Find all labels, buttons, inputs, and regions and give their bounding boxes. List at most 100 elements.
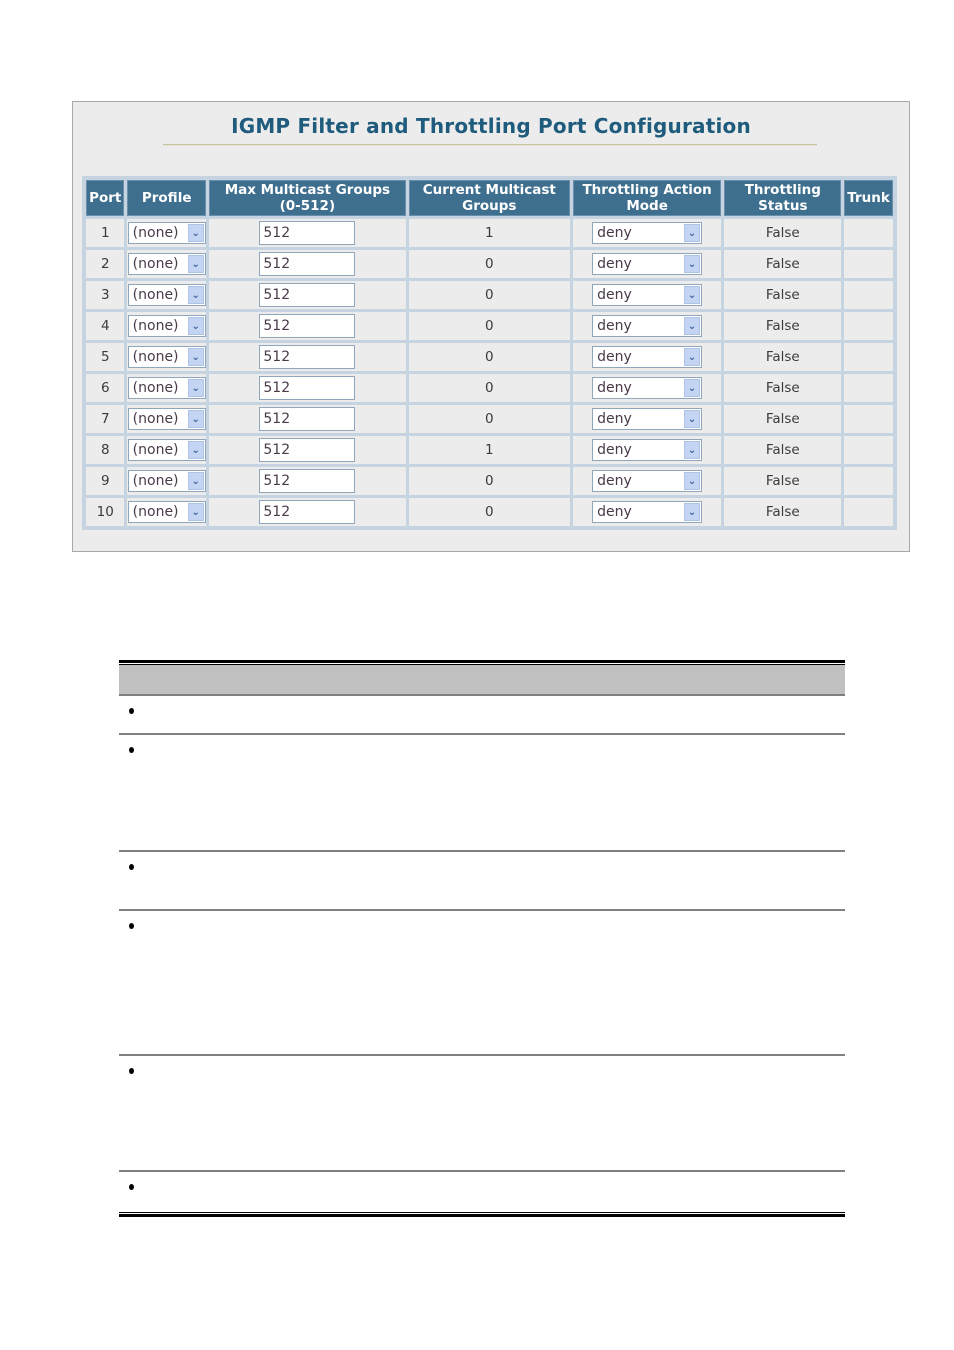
profile-select[interactable]: (none) ⌄ [127, 284, 206, 306]
description-row [119, 1056, 845, 1172]
action-mode-select[interactable]: deny ⌄ [592, 377, 703, 399]
chevron-down-icon[interactable]: ⌄ [187, 224, 204, 242]
max-groups-input[interactable] [259, 407, 356, 431]
profile-select-value: (none) [132, 411, 179, 427]
col-header-port: Port [86, 180, 125, 216]
max-groups-input[interactable] [259, 221, 356, 245]
bullet-icon [129, 923, 134, 929]
profile-select[interactable]: (none) ⌄ [127, 253, 206, 275]
profile-select[interactable]: (none) ⌄ [127, 377, 206, 399]
chevron-down-icon[interactable]: ⌄ [187, 379, 204, 397]
chevron-down-icon[interactable]: ⌄ [684, 472, 701, 490]
max-groups-input[interactable] [259, 376, 356, 400]
chevron-down-icon[interactable]: ⌄ [684, 441, 701, 459]
max-groups-input[interactable] [259, 345, 356, 369]
max-groups-cell [208, 436, 406, 464]
action-mode-cell: deny ⌄ [572, 436, 722, 464]
action-mode-select[interactable]: deny ⌄ [592, 284, 703, 306]
action-mode-select-value: deny [597, 318, 632, 334]
description-row [119, 852, 845, 911]
profile-select[interactable]: (none) ⌄ [127, 439, 206, 461]
action-mode-select[interactable]: deny ⌄ [592, 501, 703, 523]
profile-select[interactable]: (none) ⌄ [127, 408, 206, 430]
action-mode-select[interactable]: deny ⌄ [592, 253, 703, 275]
chevron-down-icon[interactable]: ⌄ [187, 410, 204, 428]
action-mode-select-value: deny [597, 504, 632, 520]
port-config-table: Port Profile Max Multicast Groups (0-512… [82, 176, 897, 530]
status-cell: False [724, 467, 842, 495]
action-mode-select[interactable]: deny ⌄ [592, 315, 703, 337]
profile-cell: (none) ⌄ [127, 436, 206, 464]
trunk-cell [844, 436, 893, 464]
max-groups-input[interactable] [259, 500, 356, 524]
profile-select-value: (none) [132, 473, 179, 489]
max-groups-cell [208, 312, 406, 340]
profile-select-value: (none) [132, 442, 179, 458]
chevron-down-icon[interactable]: ⌄ [684, 286, 701, 304]
table-row: 10 (none) ⌄ 0 deny ⌄ False [86, 498, 893, 526]
max-groups-cell [208, 374, 406, 402]
igmp-filter-panel: IGMP Filter and Throttling Port Configur… [72, 101, 910, 552]
trunk-cell [844, 343, 893, 371]
action-mode-select-value: deny [597, 442, 632, 458]
chevron-down-icon[interactable]: ⌄ [684, 255, 701, 273]
profile-cell: (none) ⌄ [127, 312, 206, 340]
current-groups-cell: 0 [408, 281, 570, 309]
action-mode-select[interactable]: deny ⌄ [592, 439, 703, 461]
chevron-down-icon[interactable]: ⌄ [187, 348, 204, 366]
action-mode-cell: deny ⌄ [572, 405, 722, 433]
chevron-down-icon[interactable]: ⌄ [187, 503, 204, 521]
trunk-cell [844, 498, 893, 526]
page-title: IGMP Filter and Throttling Port Configur… [231, 114, 751, 138]
profile-select[interactable]: (none) ⌄ [127, 501, 206, 523]
chevron-down-icon[interactable]: ⌄ [684, 348, 701, 366]
col-header-max-groups: Max Multicast Groups (0-512) [208, 180, 406, 216]
chevron-down-icon[interactable]: ⌄ [187, 255, 204, 273]
action-mode-select[interactable]: deny ⌄ [592, 408, 703, 430]
max-groups-input[interactable] [259, 469, 356, 493]
col-header-status: Throttling Status [724, 180, 842, 216]
action-mode-select-value: deny [597, 380, 632, 396]
action-mode-select[interactable]: deny ⌄ [592, 346, 703, 368]
max-groups-input[interactable] [259, 252, 356, 276]
profile-select-value: (none) [132, 380, 179, 396]
trunk-cell [844, 281, 893, 309]
current-groups-cell: 1 [408, 436, 570, 464]
profile-select-value: (none) [132, 504, 179, 520]
chevron-down-icon[interactable]: ⌄ [187, 441, 204, 459]
port-cell: 3 [86, 281, 125, 309]
action-mode-select[interactable]: deny ⌄ [592, 222, 703, 244]
trunk-cell [844, 312, 893, 340]
chevron-down-icon[interactable]: ⌄ [684, 224, 701, 242]
bullet-icon [129, 1068, 134, 1074]
col-header-action-mode: Throttling Action Mode [572, 180, 722, 216]
profile-select[interactable]: (none) ⌄ [127, 222, 206, 244]
action-mode-cell: deny ⌄ [572, 312, 722, 340]
max-groups-input[interactable] [259, 314, 356, 338]
chevron-down-icon[interactable]: ⌄ [684, 317, 701, 335]
max-groups-input[interactable] [259, 283, 356, 307]
chevron-down-icon[interactable]: ⌄ [187, 317, 204, 335]
profile-select[interactable]: (none) ⌄ [127, 346, 206, 368]
action-mode-select[interactable]: deny ⌄ [592, 470, 703, 492]
chevron-down-icon[interactable]: ⌄ [684, 503, 701, 521]
bullet-icon [129, 708, 134, 714]
max-groups-input[interactable] [259, 438, 356, 462]
chevron-down-icon[interactable]: ⌄ [187, 472, 204, 490]
status-cell: False [724, 343, 842, 371]
profile-select[interactable]: (none) ⌄ [127, 470, 206, 492]
profile-cell: (none) ⌄ [127, 498, 206, 526]
bullet-icon [129, 747, 134, 753]
chevron-down-icon[interactable]: ⌄ [684, 379, 701, 397]
action-mode-cell: deny ⌄ [572, 343, 722, 371]
chevron-down-icon[interactable]: ⌄ [187, 286, 204, 304]
port-cell: 1 [86, 219, 125, 247]
profile-select[interactable]: (none) ⌄ [127, 315, 206, 337]
max-groups-cell [208, 219, 406, 247]
table-row: 6 (none) ⌄ 0 deny ⌄ False [86, 374, 893, 402]
table-bottom-rule-thin [119, 1212, 845, 1213]
chevron-down-icon[interactable]: ⌄ [684, 410, 701, 428]
table-row: 3 (none) ⌄ 0 deny ⌄ False [86, 281, 893, 309]
table-row: 1 (none) ⌄ 1 deny ⌄ False [86, 219, 893, 247]
action-mode-cell: deny ⌄ [572, 250, 722, 278]
